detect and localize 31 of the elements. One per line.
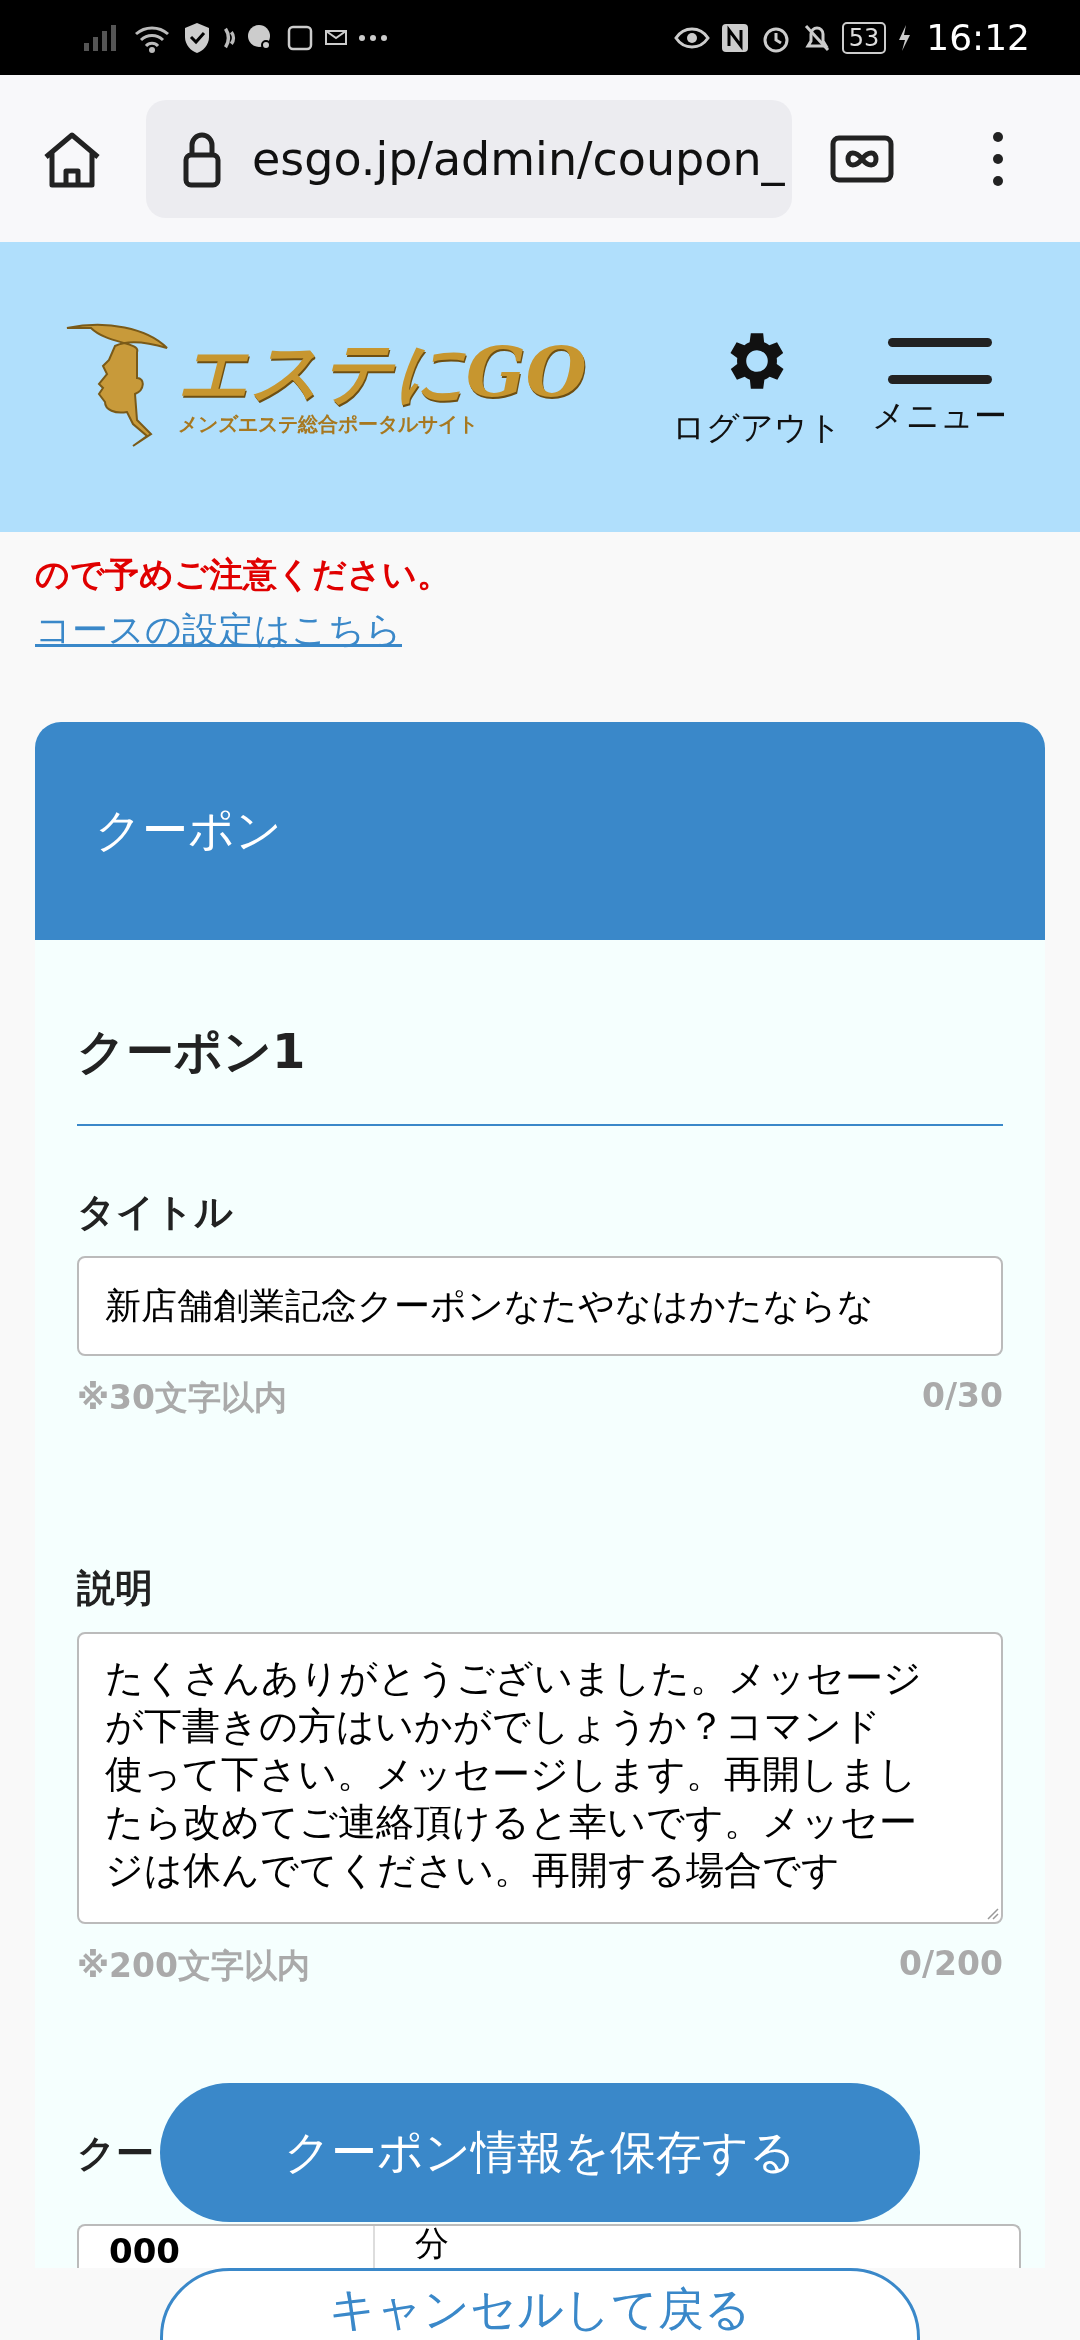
minutes-field[interactable]: 000 分 xyxy=(77,2224,1021,2268)
section-title: クーポン1 xyxy=(77,980,1003,1126)
field-label: クー xyxy=(77,2130,154,2177)
url-text: esgo.jp/admin/coupon_ xyxy=(252,131,785,186)
mail-icon xyxy=(324,29,348,46)
course-settings-link[interactable]: コースの設定はこちら xyxy=(35,606,402,655)
logout-button[interactable]: ログアウト xyxy=(672,323,842,451)
hint-text: ※30文字以内 xyxy=(77,1377,287,1419)
shield-icon xyxy=(182,20,212,55)
save-coupon-button[interactable]: クーポン情報を保存する xyxy=(160,2083,920,2222)
field-label: タイトル xyxy=(77,1189,233,1236)
cancel-button[interactable]: キャンセルして戻る xyxy=(160,2268,920,2340)
battery-level: 53 xyxy=(841,21,887,54)
clock-time: 16:12 xyxy=(926,17,1030,58)
card-title: クーポン xyxy=(95,802,282,859)
more-menu-icon[interactable] xyxy=(992,130,1004,187)
notice-text: ので予めご注意ください。 xyxy=(35,553,452,596)
hint-text: ※200文字以内 xyxy=(77,1945,310,1987)
field-label: 説明 xyxy=(77,1565,153,1612)
logo-title: エステにGO xyxy=(178,336,587,407)
title-input[interactable]: 新店舗創業記念クーポンなたやなはかたならな xyxy=(77,1256,1003,1356)
description-textarea[interactable]: たくさんありがとうございました。メッセージ が下書きの方はいかがでしょうか？コマンド 使って下さい。メッセージします。再開しまし たら改めてご連絡頂けると幸いです。メッセー ジは休んでてください。再開する場合です xyxy=(77,1632,1003,1924)
character-counter: 0/200 xyxy=(899,1944,1003,1985)
logo-subtitle: メンズエステ総合ポータルサイト xyxy=(178,410,479,438)
more-icon xyxy=(358,33,388,42)
resize-handle-icon[interactable] xyxy=(985,1906,999,1920)
tabs-icon[interactable] xyxy=(830,134,894,183)
address-bar[interactable]: esgo.jp/admin/coupon_ xyxy=(146,99,792,218)
menu-button[interactable]: メニュー xyxy=(872,335,1007,439)
menu-icon xyxy=(885,335,994,386)
character-counter: 0/30 xyxy=(922,1376,1003,1417)
